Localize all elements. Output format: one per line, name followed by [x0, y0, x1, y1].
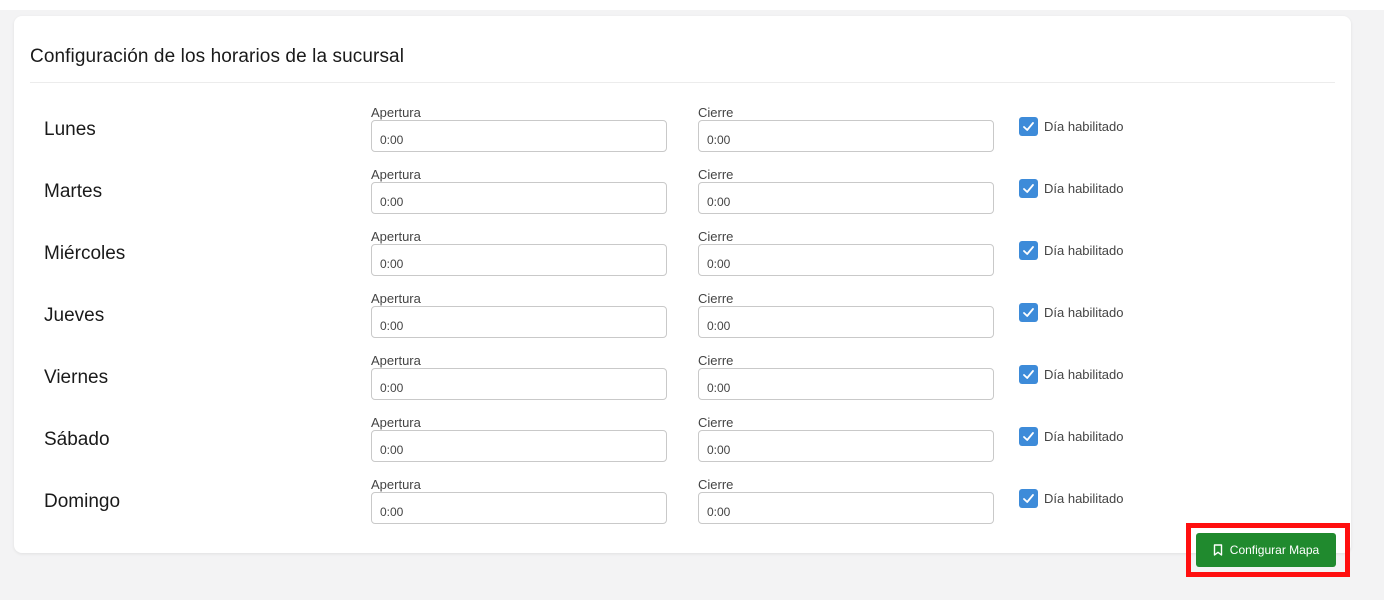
day-label: Martes [44, 181, 103, 202]
close-time-input[interactable] [698, 120, 994, 152]
day-enabled-toggle[interactable]: Día habilitado [1019, 303, 1124, 322]
open-time-input[interactable] [371, 306, 667, 338]
close-label: Cierre [698, 477, 734, 492]
title-divider [30, 82, 1335, 83]
day-enabled-label: Día habilitado [1044, 181, 1124, 196]
open-time-input[interactable] [371, 368, 667, 400]
open-time-input[interactable] [371, 244, 667, 276]
day-row-jueves: Jueves Apertura Cierre Día habilitado [14, 291, 1351, 353]
day-enabled-toggle[interactable]: Día habilitado [1019, 365, 1124, 384]
open-label: Apertura [371, 105, 421, 120]
close-label: Cierre [698, 105, 734, 120]
schedule-card: Configuración de los horarios de la sucu… [14, 16, 1351, 553]
configure-map-button[interactable]: Configurar Mapa [1196, 533, 1336, 567]
check-icon [1023, 494, 1034, 503]
close-label: Cierre [698, 415, 734, 430]
open-label: Apertura [371, 229, 421, 244]
check-icon [1023, 184, 1034, 193]
checkbox-checked[interactable] [1019, 489, 1038, 508]
day-row-sabado: Sábado Apertura Cierre Día habilitado [14, 415, 1351, 477]
day-enabled-label: Día habilitado [1044, 491, 1124, 506]
open-label: Apertura [371, 415, 421, 430]
close-label: Cierre [698, 229, 734, 244]
close-label: Cierre [698, 291, 734, 306]
check-icon [1023, 246, 1034, 255]
day-enabled-label: Día habilitado [1044, 243, 1124, 258]
open-time-input[interactable] [371, 430, 667, 462]
day-enabled-toggle[interactable]: Día habilitado [1019, 117, 1124, 136]
day-enabled-label: Día habilitado [1044, 367, 1124, 382]
checkbox-checked[interactable] [1019, 427, 1038, 446]
checkbox-checked[interactable] [1019, 117, 1038, 136]
close-time-input[interactable] [698, 368, 994, 400]
day-row-miercoles: Miércoles Apertura Cierre Día habilitado [14, 229, 1351, 291]
day-label: Sábado [44, 429, 110, 450]
day-enabled-label: Día habilitado [1044, 429, 1124, 444]
day-enabled-label: Día habilitado [1044, 119, 1124, 134]
day-row-viernes: Viernes Apertura Cierre Día habilitado [14, 353, 1351, 415]
day-row-martes: Martes Apertura Cierre Día habilitado [14, 167, 1351, 229]
checkbox-checked[interactable] [1019, 241, 1038, 260]
close-time-input[interactable] [698, 306, 994, 338]
open-time-input[interactable] [371, 492, 667, 524]
day-enabled-toggle[interactable]: Día habilitado [1019, 241, 1124, 260]
close-label: Cierre [698, 353, 734, 368]
close-time-input[interactable] [698, 244, 994, 276]
day-label: Viernes [44, 367, 109, 388]
checkbox-checked[interactable] [1019, 303, 1038, 322]
open-time-input[interactable] [371, 182, 667, 214]
bookmark-icon [1213, 544, 1222, 556]
day-row-lunes: Lunes Apertura Cierre Día habilitado [14, 105, 1351, 167]
checkbox-checked[interactable] [1019, 179, 1038, 198]
day-label: Domingo [44, 491, 121, 512]
open-time-input[interactable] [371, 120, 667, 152]
check-icon [1023, 432, 1034, 441]
day-enabled-toggle[interactable]: Día habilitado [1019, 427, 1124, 446]
day-label: Miércoles [44, 243, 126, 264]
day-label: Jueves [44, 305, 105, 326]
open-label: Apertura [371, 477, 421, 492]
check-icon [1023, 122, 1034, 131]
day-label: Lunes [44, 119, 96, 140]
configure-map-label: Configurar Mapa [1229, 543, 1320, 557]
day-enabled-toggle[interactable]: Día habilitado [1019, 179, 1124, 198]
day-enabled-toggle[interactable]: Día habilitado [1019, 489, 1124, 508]
open-label: Apertura [371, 291, 421, 306]
check-icon [1023, 308, 1034, 317]
checkbox-checked[interactable] [1019, 365, 1038, 384]
check-icon [1023, 370, 1034, 379]
close-time-input[interactable] [698, 182, 994, 214]
open-label: Apertura [371, 353, 421, 368]
close-label: Cierre [698, 167, 734, 182]
day-enabled-label: Día habilitado [1044, 305, 1124, 320]
open-label: Apertura [371, 167, 421, 182]
page-title: Configuración de los horarios de la sucu… [30, 46, 405, 67]
close-time-input[interactable] [698, 492, 994, 524]
close-time-input[interactable] [698, 430, 994, 462]
top-band [0, 0, 1384, 10]
day-row-domingo: Domingo Apertura Cierre Día habilitado [14, 477, 1351, 539]
